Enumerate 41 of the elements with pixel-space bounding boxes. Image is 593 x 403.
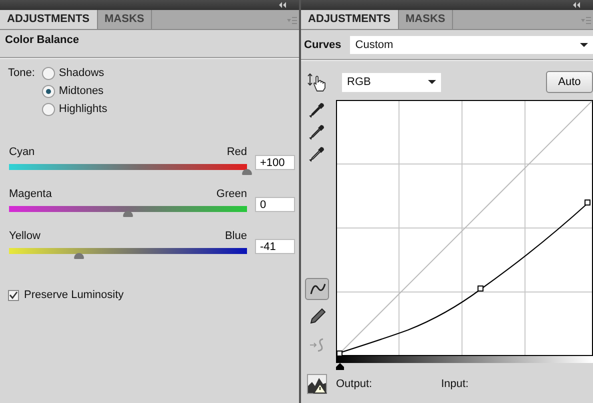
slider-label: Cyan: [9, 146, 35, 160]
panel-tab[interactable]: ADJUSTMENTS: [0, 10, 98, 29]
panel-heading: Color Balance: [4, 33, 80, 48]
tone-label: Tone:: [8, 67, 35, 81]
radio-label[interactable]: Highlights: [58, 103, 108, 115]
curves-graph[interactable]: [336, 100, 593, 356]
panel-tab[interactable]: ADJUSTMENTS: [301, 10, 399, 29]
slider-label: Yellow: [9, 230, 40, 244]
caret-icon: [428, 80, 436, 84]
output-label: Output:: [336, 378, 372, 390]
curve-tool-button[interactable]: [304, 278, 328, 300]
hand-icon[interactable]: [307, 72, 326, 92]
histogram-warning-icon[interactable]: [307, 374, 327, 394]
slider-label: Magenta: [9, 188, 52, 202]
radio-button[interactable]: [42, 84, 55, 98]
radio-label[interactable]: Shadows: [58, 67, 104, 79]
radio-label[interactable]: Midtones: [58, 85, 104, 97]
panel-tab[interactable]: MASKS: [398, 10, 454, 29]
preset-dropdown[interactable]: Custom: [350, 36, 593, 54]
slider-label: Blue: [224, 230, 247, 244]
checkbox-label[interactable]: Preserve Luminosity: [24, 289, 124, 301]
eyedropper-icon[interactable]: [308, 102, 324, 118]
value-field[interactable]: -41: [255, 239, 295, 254]
channel-dropdown[interactable]: RGB: [342, 72, 441, 92]
slider-label: Red: [226, 146, 247, 160]
checkbox[interactable]: [8, 290, 19, 300]
panel-tab[interactable]: MASKS: [98, 10, 152, 29]
slider-thumb[interactable]: [242, 169, 252, 175]
caret-icon: [580, 43, 588, 47]
input-label: Input:: [441, 378, 469, 390]
slider-thumb[interactable]: [123, 211, 133, 217]
eyedropper-icon[interactable]: [308, 124, 324, 140]
radio-button[interactable]: [42, 66, 55, 80]
radio-button[interactable]: [42, 102, 55, 116]
slider-thumb[interactable]: [74, 253, 84, 259]
eyedropper-icon[interactable]: [308, 146, 324, 162]
value-field[interactable]: 0: [255, 197, 295, 212]
panel-heading: Curves: [304, 39, 342, 51]
value-field[interactable]: +100: [255, 155, 295, 170]
auto-button[interactable]: Auto: [546, 71, 593, 93]
slider-label: Green: [216, 188, 247, 202]
